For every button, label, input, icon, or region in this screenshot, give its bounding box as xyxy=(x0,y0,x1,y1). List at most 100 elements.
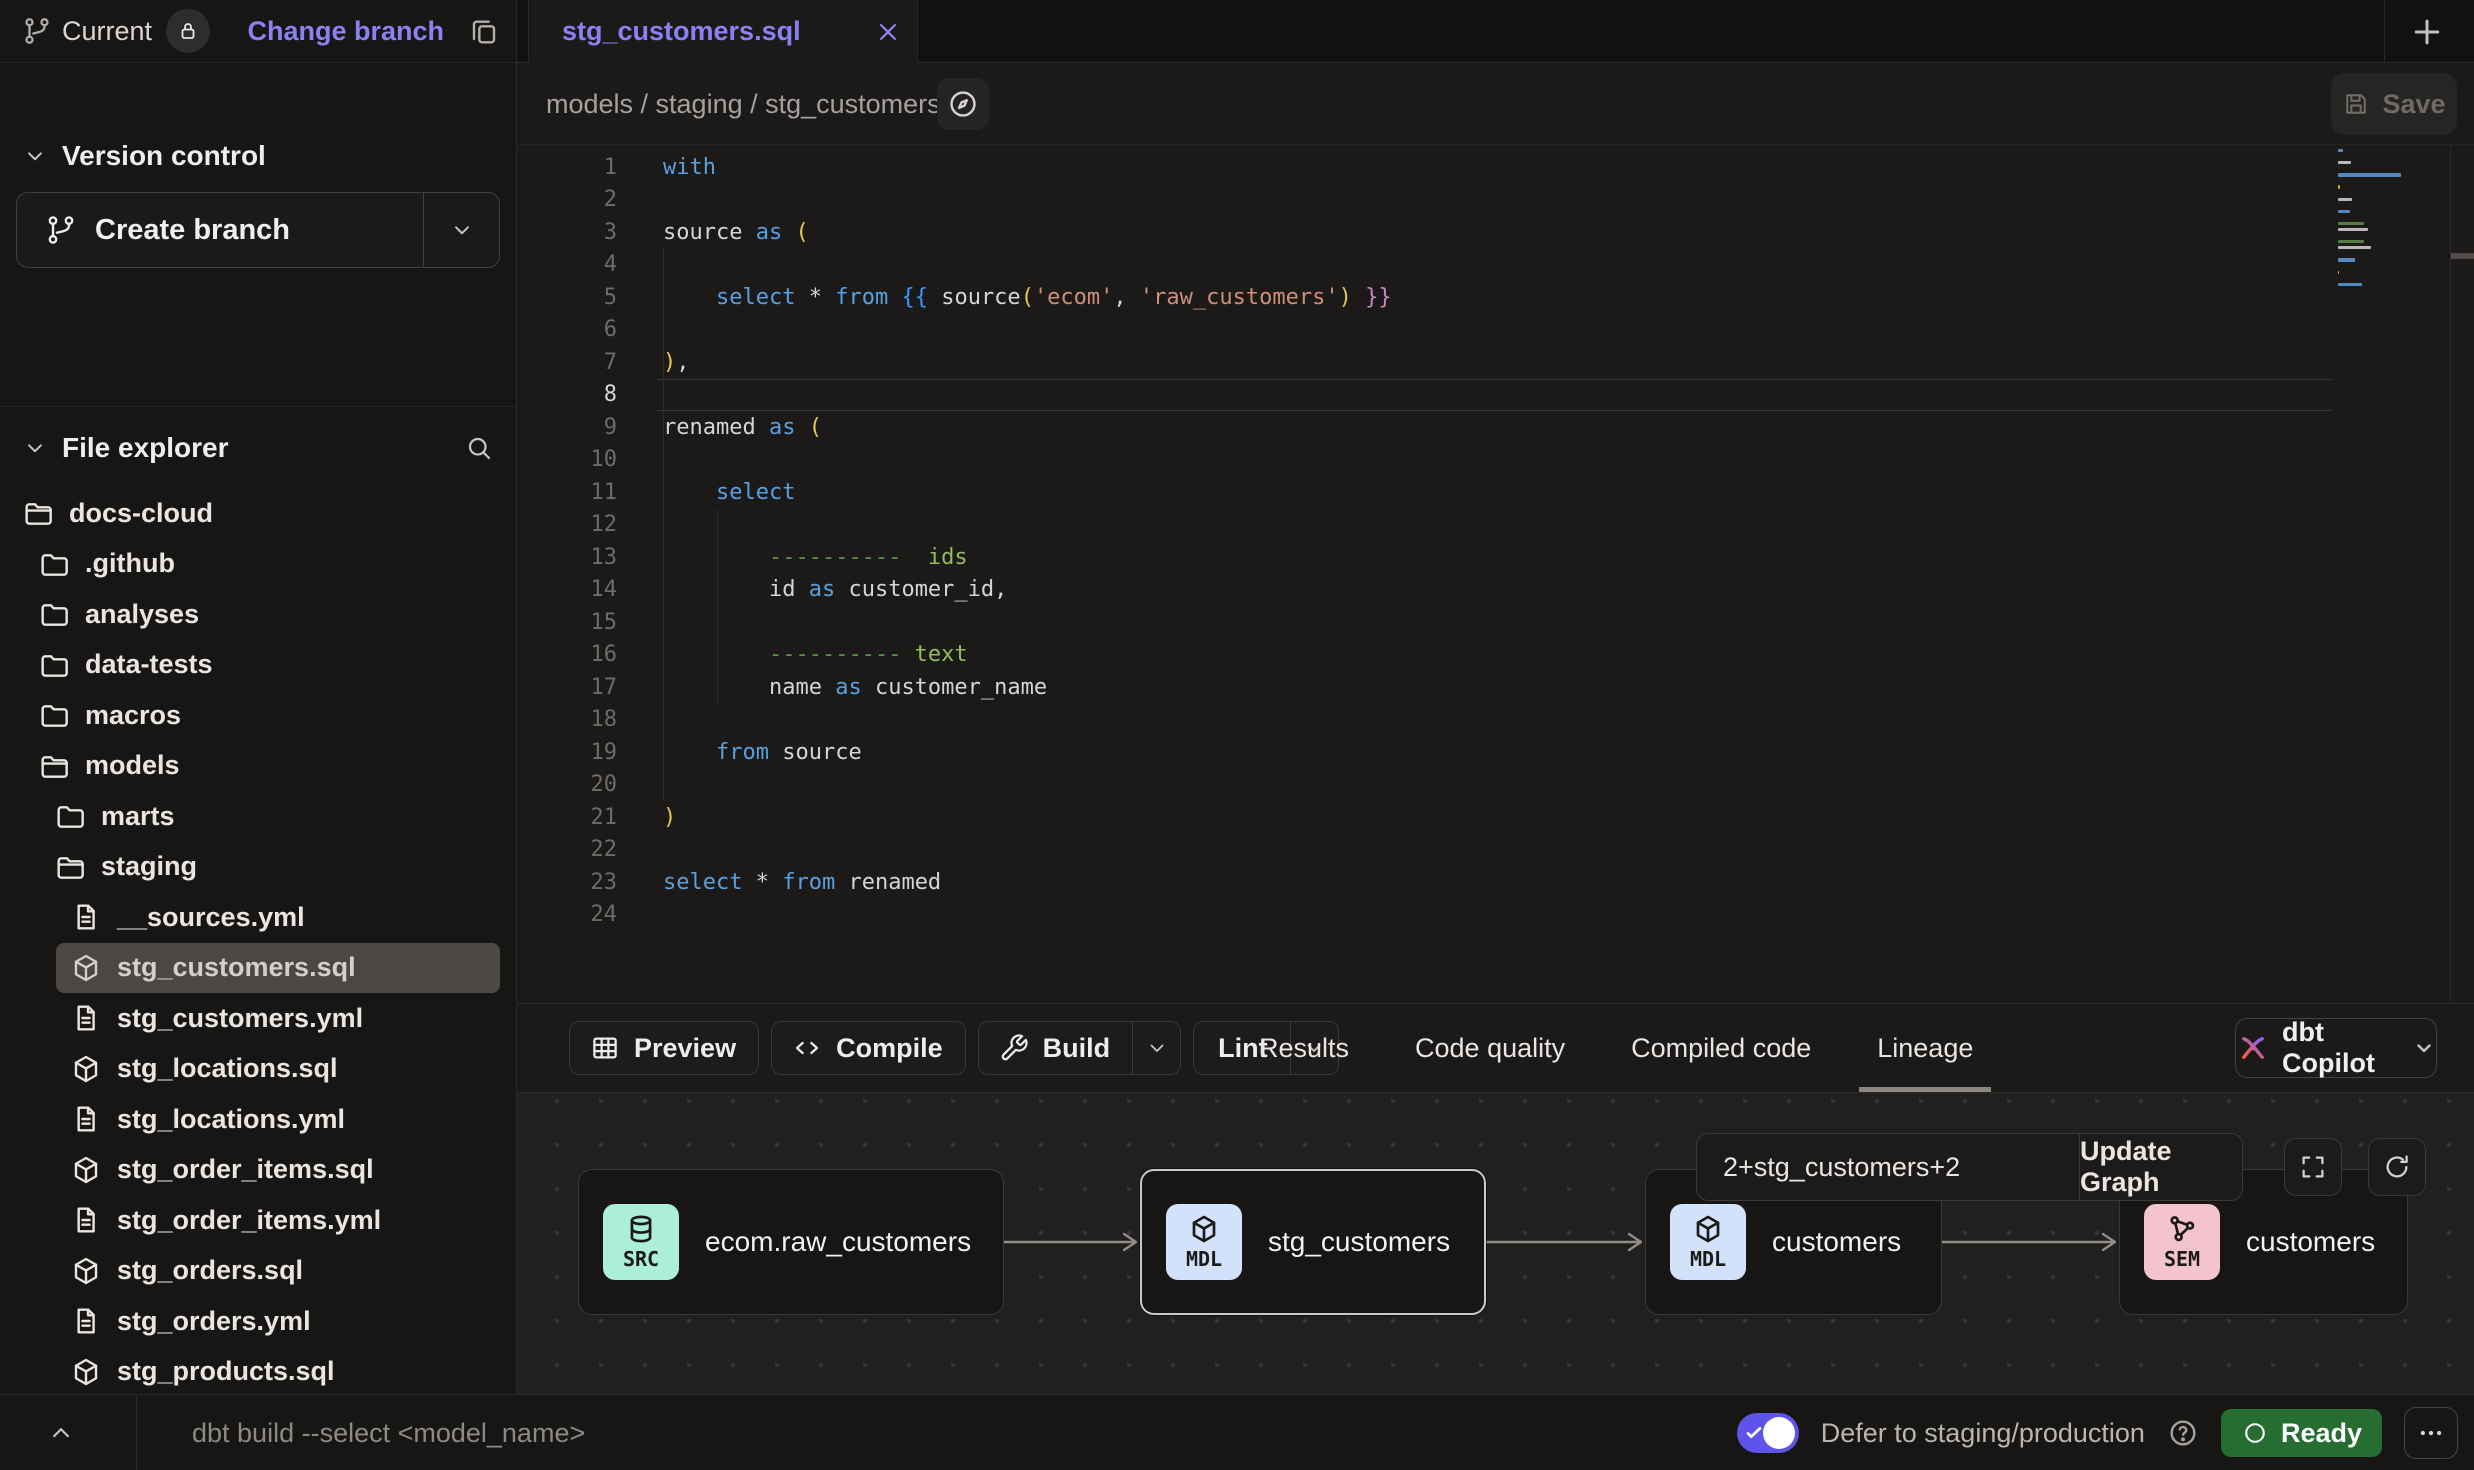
refresh-button[interactable] xyxy=(2368,1138,2426,1196)
copy-icon[interactable] xyxy=(468,15,500,47)
code-line-19[interactable]: 19 from source xyxy=(517,736,2474,769)
tree-item-macros[interactable]: macros xyxy=(0,690,516,741)
code-line-20[interactable]: 20 xyxy=(517,769,2474,802)
scrollbar-track xyxy=(2450,145,2451,1003)
tree-item-docs-cloud[interactable]: docs-cloud xyxy=(0,488,516,539)
code-line-2[interactable]: 2 xyxy=(517,184,2474,217)
code-line-13[interactable]: 13 ---------- ids xyxy=(517,541,2474,574)
change-branch-link[interactable]: Change branch xyxy=(247,16,444,47)
branch-locked-badge xyxy=(166,9,210,53)
tree-item-stg-order-items-sql[interactable]: stg_order_items.sql xyxy=(0,1145,516,1196)
tab-lineage[interactable]: Lineage xyxy=(1877,1004,1973,1092)
minimap[interactable] xyxy=(2338,149,2428,295)
dbt-copilot-button[interactable]: dbt Copilot xyxy=(2235,1018,2437,1078)
code-line-9[interactable]: 9renamed as ( xyxy=(517,411,2474,444)
code-line-6[interactable]: 6 xyxy=(517,314,2474,347)
new-tab-plus-icon[interactable] xyxy=(2407,12,2447,52)
tab-stg-customers-sql[interactable]: stg_customers.sql xyxy=(528,0,918,63)
fullscreen-button[interactable] xyxy=(2284,1138,2342,1196)
tab-compiled-code[interactable]: Compiled code xyxy=(1631,1004,1811,1092)
preview-button[interactable]: Preview xyxy=(569,1021,759,1075)
build-dropdown[interactable] xyxy=(1132,1022,1180,1074)
node-label: stg_customers xyxy=(1268,1226,1480,1258)
more-options-button[interactable] xyxy=(2404,1407,2458,1459)
close-icon[interactable] xyxy=(873,17,903,47)
lineage-filter-input[interactable] xyxy=(1697,1151,2079,1184)
help-icon[interactable] xyxy=(2167,1417,2199,1449)
code-line-8[interactable]: 8 xyxy=(517,379,2474,412)
code-line-14[interactable]: 14 id as customer_id, xyxy=(517,574,2474,607)
tree-item-analyses[interactable]: analyses xyxy=(0,589,516,640)
version-control-section-header[interactable]: Version control xyxy=(22,140,266,172)
lineage-compass-button[interactable] xyxy=(937,78,989,130)
cube-icon xyxy=(70,952,102,984)
tree-item-stg-orders-yml[interactable]: stg_orders.yml xyxy=(0,1296,516,1347)
code-line-21[interactable]: 21) xyxy=(517,801,2474,834)
divider xyxy=(0,406,516,407)
code-line-11[interactable]: 11 select xyxy=(517,476,2474,509)
tree-item-stg-products-sql[interactable]: stg_products.sql xyxy=(0,1347,516,1395)
code-line-3[interactable]: 3source as ( xyxy=(517,216,2474,249)
save-button[interactable]: Save xyxy=(2331,73,2457,135)
lineage-node-stg-customers[interactable]: MDLstg_customers xyxy=(1140,1169,1486,1315)
tab-results[interactable]: Results xyxy=(1259,1004,1349,1092)
tree-item-stg-customers-sql[interactable]: stg_customers.sql xyxy=(56,943,500,994)
tree-item-stg-order-items-yml[interactable]: stg_order_items.yml xyxy=(0,1195,516,1246)
file-explorer-section-header[interactable]: File explorer xyxy=(22,432,494,464)
chevron-down-icon xyxy=(22,435,48,461)
code-line-17[interactable]: 17 name as customer_name xyxy=(517,671,2474,704)
code-line-23[interactable]: 23select * from renamed xyxy=(517,866,2474,899)
check-icon xyxy=(1743,1422,1765,1444)
defer-toggle[interactable] xyxy=(1737,1413,1799,1453)
minimap-line xyxy=(2338,246,2371,249)
tab-code-quality[interactable]: Code quality xyxy=(1415,1004,1565,1092)
build-button[interactable]: Build xyxy=(978,1021,1182,1075)
code-line-4[interactable]: 4 xyxy=(517,249,2474,282)
code-line-22[interactable]: 22 xyxy=(517,834,2474,867)
line-number: 21 xyxy=(517,805,617,830)
code-line-16[interactable]: 16 ---------- text xyxy=(517,639,2474,672)
create-branch-dropdown[interactable] xyxy=(423,193,499,267)
code-text: renamed as ( xyxy=(617,415,822,440)
tree-item-stg-orders-sql[interactable]: stg_orders.sql xyxy=(0,1246,516,1297)
code-line-24[interactable]: 24 xyxy=(517,899,2474,932)
tree-item-stg-locations-sql[interactable]: stg_locations.sql xyxy=(0,1044,516,1095)
line-number: 10 xyxy=(517,447,617,472)
tree-item-stg-locations-yml[interactable]: stg_locations.yml xyxy=(0,1094,516,1145)
line-number: 14 xyxy=(517,577,617,602)
tree-item--sources-yml[interactable]: __sources.yml xyxy=(0,892,516,943)
chevron-up-icon[interactable] xyxy=(46,1418,76,1448)
breadcrumb: models / staging / stg_customers.sql xyxy=(546,89,983,120)
chevron-down-icon xyxy=(2412,1036,2436,1060)
tree-item-data-tests[interactable]: data-tests xyxy=(0,640,516,691)
tree-item--github[interactable]: .github xyxy=(0,539,516,590)
scrollbar-thumb[interactable] xyxy=(2451,253,2474,259)
tree-item-marts[interactable]: marts xyxy=(0,791,516,842)
compile-button[interactable]: Compile xyxy=(771,1021,966,1075)
tree-item-models[interactable]: models xyxy=(0,741,516,792)
code-line-10[interactable]: 10 xyxy=(517,444,2474,477)
tree-item-stg-customers-yml[interactable]: stg_customers.yml xyxy=(0,993,516,1044)
tree-item-staging[interactable]: staging xyxy=(0,842,516,893)
lineage-node-ecom-raw-customers[interactable]: SRCecom.raw_customers xyxy=(578,1169,1004,1315)
code-line-15[interactable]: 15 xyxy=(517,606,2474,639)
network-icon xyxy=(2166,1213,2198,1245)
code-line-1[interactable]: 1with xyxy=(517,151,2474,184)
command-input[interactable] xyxy=(190,1395,1290,1470)
code-line-7[interactable]: 7), xyxy=(517,346,2474,379)
tree-item-label: stg_locations.yml xyxy=(117,1104,345,1135)
line-number: 7 xyxy=(517,350,617,375)
search-icon[interactable] xyxy=(464,433,494,463)
create-branch-main[interactable]: Create branch xyxy=(17,193,423,267)
code-line-18[interactable]: 18 xyxy=(517,704,2474,737)
code-lines: 1with23source as (45 select * from {{ so… xyxy=(517,151,2474,931)
code-line-12[interactable]: 12 xyxy=(517,509,2474,542)
lineage-filter-group: Update Graph xyxy=(1696,1133,2243,1201)
divider xyxy=(136,1395,137,1470)
line-number: 6 xyxy=(517,317,617,342)
code-line-5[interactable]: 5 select * from {{ source('ecom', 'raw_c… xyxy=(517,281,2474,314)
toolbar-buttons: PreviewCompileBuildLint xyxy=(569,1021,1339,1075)
code-editor[interactable]: 1with23source as (45 select * from {{ so… xyxy=(517,145,2474,1003)
update-graph-button[interactable]: Update Graph xyxy=(2079,1134,2242,1200)
status-badge[interactable]: Ready xyxy=(2221,1409,2382,1457)
